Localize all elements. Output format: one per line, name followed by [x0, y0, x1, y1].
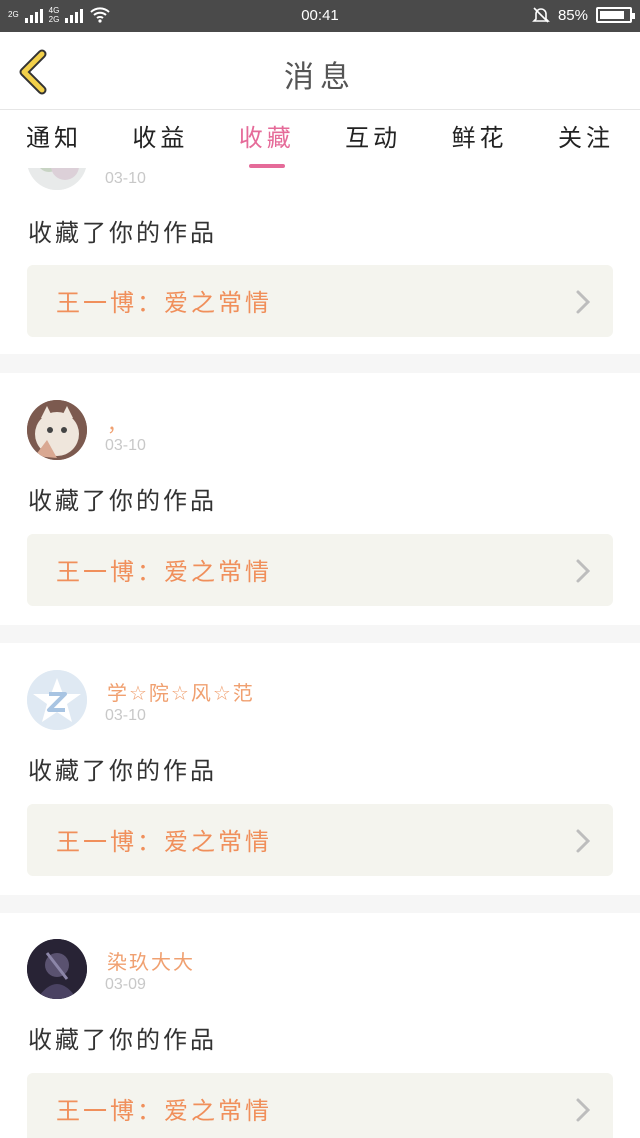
cat-avatar-image: [27, 400, 87, 460]
mute-bell-icon: [532, 7, 550, 23]
page-title: 消息: [284, 60, 356, 95]
date: 03-10: [105, 437, 146, 454]
tab-label: 鲜花: [451, 124, 508, 152]
action-text: 收藏了你的作品: [28, 1026, 217, 1054]
work-link[interactable]: 王一博：爱之常情: [27, 265, 613, 337]
avatar-image: [27, 939, 87, 999]
user-name[interactable]: ，: [107, 408, 129, 437]
work-title: 王一博：爱之常情: [56, 558, 272, 586]
default-avatar-icon: [27, 670, 87, 730]
user-name[interactable]: 染玖大大: [107, 946, 195, 975]
work-link[interactable]: 王一博：爱之常情: [27, 1073, 613, 1138]
chevron-right-icon: [576, 290, 591, 314]
work-link[interactable]: 王一博：爱之常情: [27, 534, 613, 606]
tab-label: 收益: [132, 124, 189, 152]
header: 消息: [0, 32, 640, 110]
list-item[interactable]: 学☆院☆风☆范 03-10 收藏了你的作品 王一博：爱之常情: [0, 643, 640, 895]
tab-label: 收藏: [238, 124, 295, 152]
avatar[interactable]: [27, 670, 87, 730]
date: 03-09: [105, 976, 146, 993]
tab-interaction[interactable]: 互动: [345, 110, 401, 168]
tab-earnings[interactable]: 收益: [132, 110, 188, 168]
battery-icon: [596, 7, 635, 23]
work-title: 王一博：爱之常情: [56, 828, 272, 856]
user-name[interactable]: 学☆院☆风☆范: [107, 677, 255, 706]
battery-percent: 85%: [557, 6, 588, 24]
chevron-right-icon: [576, 1098, 591, 1122]
list-item[interactable]: ， 03-10 收藏了你的作品 王一博：爱之常情: [0, 373, 640, 625]
work-title: 王一博：爱之常情: [56, 289, 272, 317]
status-right: 85%: [532, 6, 635, 24]
message-list: 03-10 收藏了你的作品 王一博：爱之常情 ， 03-10 收藏了你的作品 王…: [0, 168, 640, 1138]
avatar[interactable]: [27, 400, 87, 460]
chevron-right-icon: [576, 559, 591, 583]
list-item[interactable]: 03-10 收藏了你的作品 王一博：爱之常情: [0, 168, 640, 354]
tab-label: 互动: [345, 124, 402, 152]
work-title: 王一博：爱之常情: [56, 1097, 272, 1125]
battery-fill: [600, 11, 624, 19]
tab-label: 通知: [26, 124, 82, 152]
action-text: 收藏了你的作品: [28, 487, 217, 515]
tab-follow[interactable]: 关注: [558, 110, 614, 168]
avatar-image: [27, 168, 87, 190]
date: 03-10: [105, 170, 146, 187]
action-text: 收藏了你的作品: [28, 757, 217, 785]
status-bar: 2G 4G 2G 00:41 85%: [0, 0, 640, 32]
tab-bar: 通知 收益 收藏 互动 鲜花 关注: [0, 110, 640, 168]
chevron-right-icon: [576, 829, 591, 853]
list-item[interactable]: 染玖大大 03-09 收藏了你的作品 王一博：爱之常情: [0, 913, 640, 1138]
tab-label: 关注: [557, 124, 614, 152]
tab-flowers[interactable]: 鲜花: [452, 110, 508, 168]
avatar[interactable]: [27, 939, 87, 999]
action-text: 收藏了你的作品: [28, 219, 217, 247]
tab-favorites[interactable]: 收藏: [239, 110, 295, 168]
work-link[interactable]: 王一博：爱之常情: [27, 804, 613, 876]
avatar[interactable]: [27, 168, 87, 190]
tab-notification[interactable]: 通知: [26, 110, 82, 168]
date: 03-10: [105, 707, 146, 724]
